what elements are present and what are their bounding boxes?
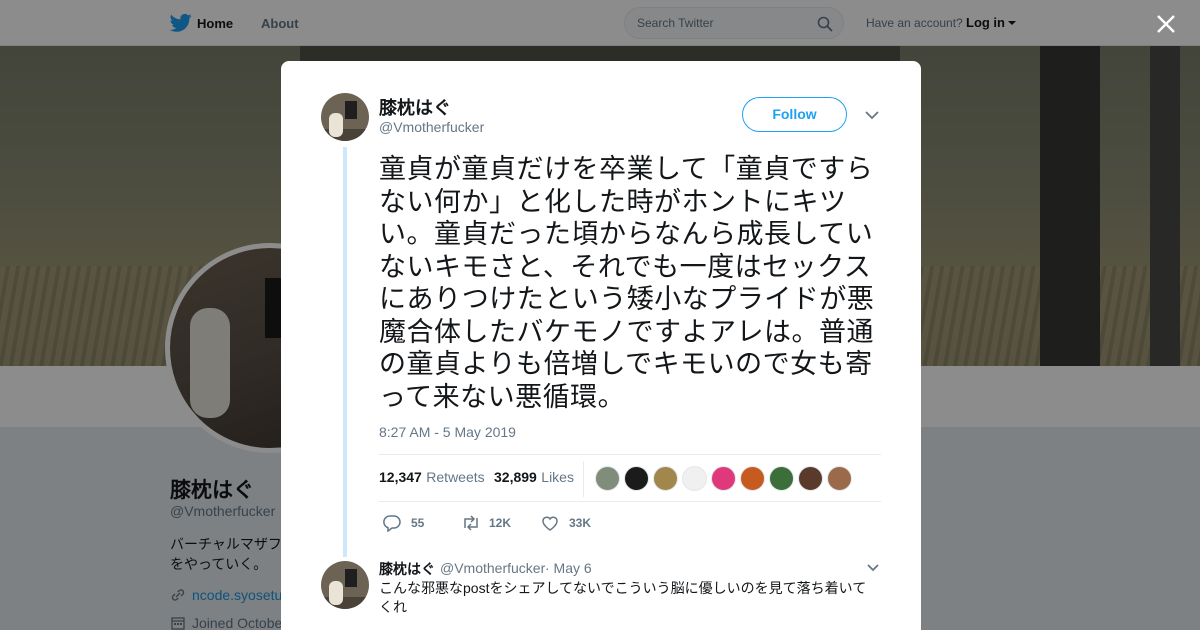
tweet-author-name[interactable]: 膝枕はぐ <box>379 94 451 120</box>
chevron-down-icon[interactable] <box>864 109 880 121</box>
liker-avatar[interactable] <box>682 466 707 491</box>
tweet-stats: 12,347 Retweets 32,899 Likes <box>379 454 881 502</box>
liker-avatar[interactable] <box>624 466 649 491</box>
tweet-timestamp[interactable]: 8:27 AM - 5 May 2019 <box>379 424 516 440</box>
liker-avatar[interactable] <box>769 466 794 491</box>
reply-author-avatar[interactable] <box>321 561 369 609</box>
tweet-modal: 膝枕はぐ @Vmotherfucker Follow 童貞が童貞だけを卒業して「… <box>281 61 921 630</box>
thread-line <box>343 147 347 557</box>
likes-stat[interactable]: 32,899 Likes <box>494 469 574 487</box>
heart-icon[interactable] <box>541 514 559 532</box>
liker-avatar[interactable] <box>653 466 678 491</box>
retweets-count: 12,347 <box>379 469 422 485</box>
retweets-stat[interactable]: 12,347 Retweets <box>379 469 485 487</box>
liker-avatar[interactable] <box>827 466 852 491</box>
likes-count: 32,899 <box>494 469 537 485</box>
follow-button[interactable]: Follow <box>742 97 847 132</box>
retweet-icon[interactable] <box>461 514 481 532</box>
tweet-actions: 55 12K 33K <box>379 513 679 533</box>
reply-chevron-down-icon[interactable] <box>866 563 880 573</box>
tweet-author-avatar[interactable] <box>321 93 369 141</box>
tweet-text: 童貞が童貞だけを卒業して「童貞ですらない何か」と化した時がホントにキツい。童貞だ… <box>379 154 875 412</box>
liker-avatar[interactable] <box>711 466 736 491</box>
retweet-count: 12K <box>489 516 512 530</box>
reply-author-handle[interactable]: @Vmotherfucker <box>440 560 545 576</box>
likes-label: Likes <box>541 469 574 485</box>
reply-text: こんな邪悪なpostをシェアしてないでこういう脳に優しいのを見て落ち着いてくれ <box>379 580 867 615</box>
stats-divider <box>583 461 584 497</box>
reply-author-name[interactable]: 膝枕はぐ <box>379 559 435 579</box>
liker-avatar[interactable] <box>740 466 765 491</box>
reply-count: 55 <box>411 516 425 530</box>
liker-avatar[interactable] <box>595 466 620 491</box>
reply-icon[interactable] <box>383 514 401 532</box>
like-count: 33K <box>569 516 592 530</box>
reply-date[interactable]: · May 6 <box>545 560 592 576</box>
retweets-label: Retweets <box>426 469 485 485</box>
tweet-author-handle[interactable]: @Vmotherfucker <box>379 119 484 135</box>
liker-avatar[interactable] <box>798 466 823 491</box>
close-icon[interactable] <box>1153 11 1179 37</box>
